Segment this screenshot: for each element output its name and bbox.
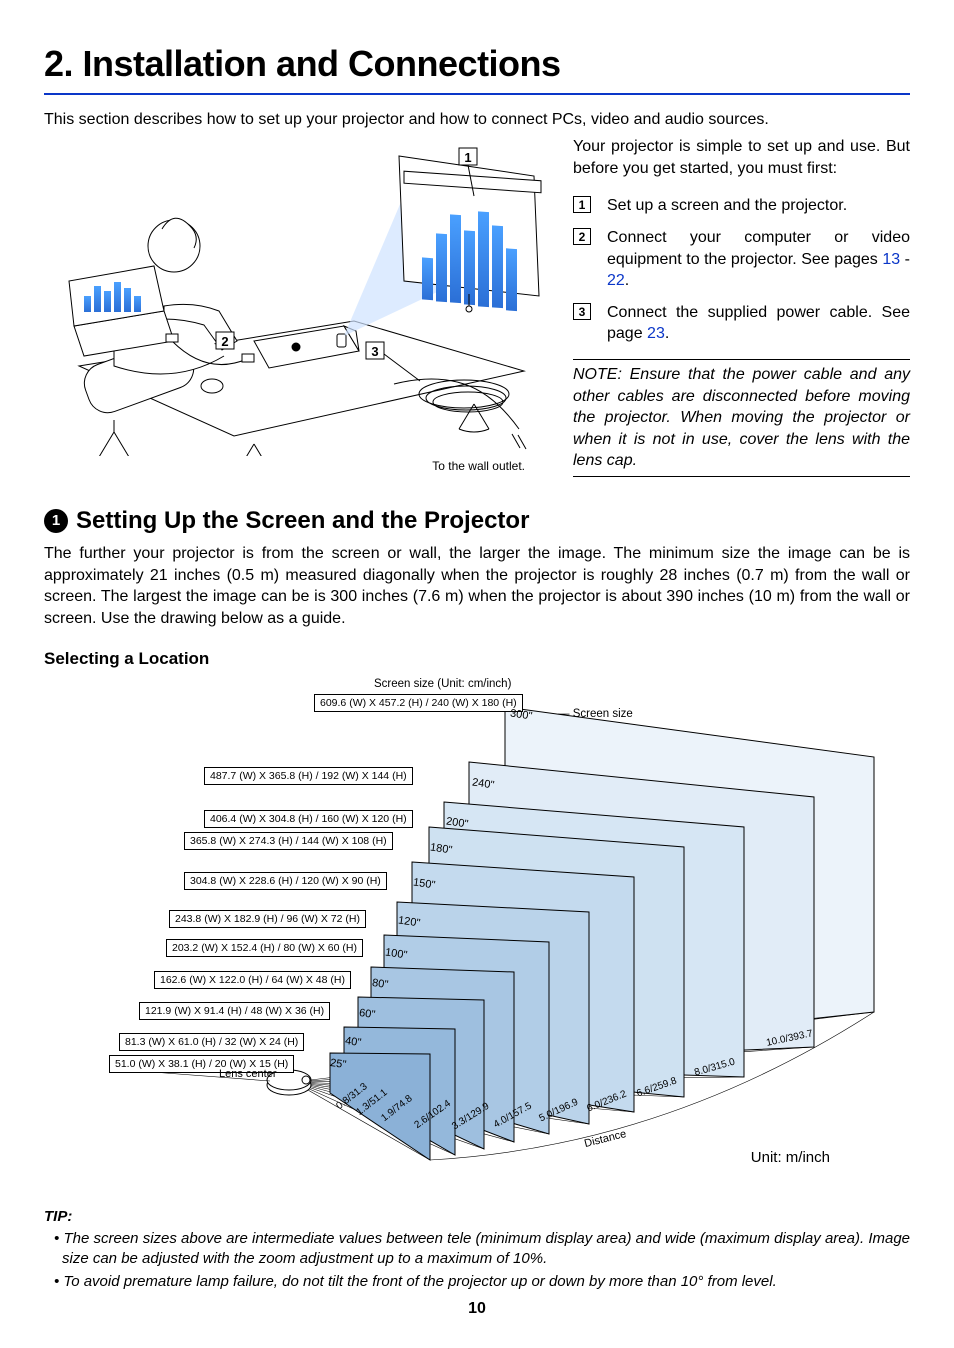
section-1-title: Setting Up the Screen and the Projector [76,505,529,537]
section-1-body: The further your projector is from the s… [44,543,910,629]
size-40-dim: 81.3 (W) X 61.0 (H) / 32 (W) X 24 (H) [119,1033,304,1051]
step-1: 1 Set up a screen and the projector. [573,195,910,217]
size-200-dim: 406.4 (W) X 304.8 (H) / 160 (W) X 120 (H… [204,810,413,828]
setup-row: 1 2 3 To the wall outlet. Your projector… [44,136,910,493]
throw-screensize-label: — Screen size [558,707,633,723]
step2-num-icon: 2 [573,228,591,245]
step1-num-icon: 1 [573,196,591,213]
side-column: Your projector is simple to set up and u… [573,136,910,493]
size-180-dim: 365.8 (W) X 274.3 (H) / 144 (W) X 108 (H… [184,832,393,850]
step1-text: Set up a screen and the projector. [607,197,847,214]
size-25-diag: 25" [329,1056,347,1073]
page-link-13[interactable]: 13 [882,251,900,268]
size-100-diag: 100" [384,945,408,963]
size-200-diag: 200" [445,814,469,832]
size-300-dim: 609.6 (W) X 457.2 (H) / 240 (W) X 180 (H… [314,694,523,712]
unit-label: Unit: m/inch [751,1148,830,1168]
size-100-dim: 203.2 (W) X 152.4 (H) / 80 (W) X 60 (H) [166,939,363,957]
setup-figure: 1 2 3 To the wall outlet. [44,136,549,493]
selecting-location-heading: Selecting a Location [44,648,910,671]
size-150-dim: 304.8 (W) X 228.6 (H) / 120 (W) X 90 (H) [184,872,387,890]
size-120-dim: 243.8 (W) X 182.9 (H) / 96 (W) X 72 (H) [169,910,366,928]
fig-callout-2: 2 [221,334,228,349]
section-num-icon: 1 [44,509,68,533]
note-caution: NOTE: Ensure that the power cable and an… [573,359,910,477]
size-80-diag: 80" [371,976,389,993]
throw-title: Screen size (Unit: cm/inch) [374,677,511,693]
size-60-diag: 60" [358,1006,376,1023]
lens-center-label: Lens center [219,1067,276,1082]
tip-list: The screen sizes above are intermediate … [44,1229,910,1293]
size-40-diag: 40" [344,1034,362,1051]
throw-distance-chart: Screen size (Unit: cm/inch) — Screen siz… [44,677,910,1187]
step3-num-icon: 3 [573,303,591,320]
setup-illustration: 1 2 3 [44,136,549,456]
fig-callout-1: 1 [464,150,471,165]
size-180-diag: 180" [429,840,453,858]
page-link-23[interactable]: 23 [647,325,665,342]
chapter-title: 2. Installation and Connections [44,40,910,89]
divider [44,93,910,95]
size-120-diag: 120" [397,913,421,931]
tip-1: The screen sizes above are intermediate … [56,1229,910,1270]
side-intro: Your projector is simple to set up and u… [573,136,910,179]
size-240-diag: 240" [471,775,495,793]
page-link-22[interactable]: 22 [607,272,625,289]
tip-2: To avoid premature lamp failure, do not … [56,1272,910,1292]
step2-text-a: Connect your computer or video equipment… [607,229,910,268]
step-3: 3 Connect the supplied power cable. See … [573,302,910,345]
page-number: 10 [0,1298,954,1320]
size-60-dim: 121.9 (W) X 91.4 (H) / 48 (W) X 36 (H) [139,1002,330,1020]
section-1-heading: 1 Setting Up the Screen and the Projecto… [44,505,910,537]
intro-text: This section describes how to set up you… [44,109,910,131]
step-2: 2 Connect your computer or video equipme… [573,227,910,292]
size-300-diag: 300" [509,706,533,724]
size-80-dim: 162.6 (W) X 122.0 (H) / 64 (W) X 48 (H) [154,971,351,989]
size-150-diag: 150" [412,875,436,893]
fig-callout-3: 3 [371,344,378,359]
tip-heading: TIP: [44,1207,910,1227]
size-240-dim: 487.7 (W) X 365.8 (H) / 192 (W) X 144 (H… [204,767,413,785]
figure-caption: To the wall outlet. [44,458,549,474]
